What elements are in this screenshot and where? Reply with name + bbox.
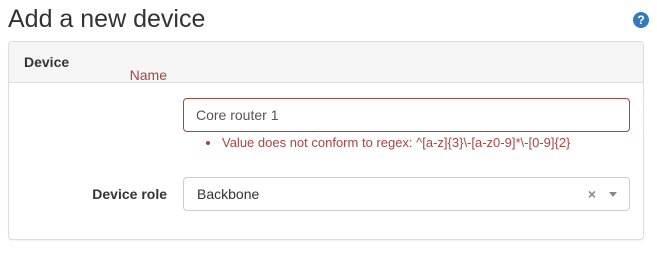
- clear-icon[interactable]: ×: [588, 185, 596, 203]
- help-icon[interactable]: ?: [633, 12, 649, 28]
- name-input[interactable]: [183, 98, 630, 132]
- page-header: Add a new device ?: [8, 4, 649, 34]
- panel-title: Device: [24, 54, 70, 70]
- name-error-item: Value does not conform to regex: ^[a-z]{…: [205, 134, 570, 152]
- error-bullet: [206, 141, 210, 145]
- name-error-list: Value does not conform to regex: ^[a-z]{…: [205, 134, 570, 152]
- device-role-label: Device role: [92, 186, 167, 202]
- panel-heading: Device: [9, 42, 643, 83]
- name-label: Name: [129, 67, 167, 83]
- caret-down-icon[interactable]: [609, 192, 617, 197]
- device-role-selected-value: Backbone: [197, 186, 260, 202]
- page-title: Add a new device: [8, 5, 206, 33]
- name-error-text: Value does not conform to regex: ^[a-z]{…: [222, 135, 571, 150]
- device-role-select[interactable]: Backbone ×: [183, 177, 630, 211]
